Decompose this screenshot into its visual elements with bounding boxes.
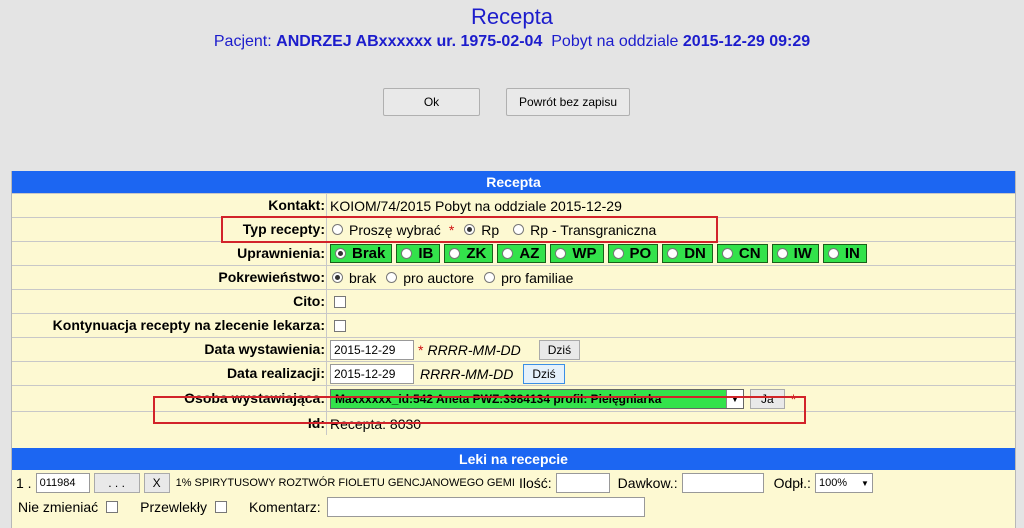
drug-code-input[interactable] [35,473,90,493]
dzis-button-realizacji[interactable]: Dziś [523,363,565,384]
kontynuacja-label: Kontynuacja recepty na zlecenie lekarza: [52,317,325,333]
uprawnienia-option-iw[interactable]: IW [771,244,819,263]
uprawnienia-option-label: WP [572,245,597,262]
stay-label: Pobyt na oddziale [551,33,679,50]
data-wystawienia-label: Data wystawienia: [204,341,325,357]
uprawnienia-option-label: CN [738,245,761,262]
date-format-hint: RRRR-MM-DD [427,341,521,358]
pokrewienstwo-label: Pokrewieństwo: [218,269,325,285]
row-pokrewienstwo: Pokrewieństwo: brak pro auctore pro fami… [12,265,1015,289]
uprawnienia-option-po[interactable]: PO [607,244,659,263]
nie-zmieniac-label: Nie zmieniać [18,499,99,515]
row-kontakt: Kontakt: KOIOM/74/2015 Pobyt na oddziale… [12,193,1015,217]
drug-index: 1 . [16,475,32,491]
komentarz-input[interactable] [326,497,645,517]
radio-uprawnienia-wp[interactable] [555,248,567,259]
pro-familiae-label: pro familiae [501,269,574,286]
uprawnienia-option-zk[interactable]: ZK [444,244,494,263]
cito-checkbox[interactable] [334,295,346,308]
nie-zmieniac-checkbox[interactable] [106,501,119,513]
uprawnienia-option-in[interactable]: IN [822,244,867,263]
uprawnienia-option-ib[interactable]: IB [396,244,441,263]
przewlekly-checkbox[interactable] [215,501,228,513]
kontynuacja-checkbox[interactable] [334,319,346,332]
uprawnienia-option-label: Brak [352,245,386,262]
kontakt-value: KOIOM/74/2015 Pobyt na oddziale 2015-12-… [330,197,622,214]
data-realizacji-label: Data realizacji: [226,365,325,381]
uprawnienia-option-label: IB [418,245,434,262]
radio-pro-auctore[interactable] [386,272,398,283]
row-cito: Cito: [12,289,1015,313]
dzis-button-wystawienia[interactable]: Dziś [538,339,581,360]
data-wystawienia-input[interactable] [330,339,414,360]
page-title: Recepta [471,4,553,29]
radio-uprawnienia-brak[interactable] [335,248,346,259]
drug-options-row: Nie zmieniać Przewlekły Komentarz: [18,497,645,517]
radio-uprawnienia-zk[interactable] [449,248,461,259]
uprawnienia-label: Uprawnienia: [237,245,325,261]
radio-uprawnienia-dn[interactable] [667,248,679,259]
row-data-wystawienia: Data wystawienia: * RRRR-MM-DD Dziś [12,337,1015,361]
section-recepta-header: Recepta [12,171,1015,193]
section-leki-header: Leki na recepcie [12,448,1015,470]
dawkow-input[interactable] [681,473,764,493]
uprawnienia-option-cn[interactable]: CN [716,244,768,263]
patient-info: Pacjent: ANDRZEJ ABxxxxxx ur. 1975-02-04… [0,33,1024,51]
stay-date: 2015-12-29 09:29 [682,33,811,50]
uprawnienia-option-label: PO [629,245,652,262]
uprawnienia-option-label: IN [844,245,860,262]
odpl-select[interactable]: 100% ▼ [814,473,873,493]
uprawnienia-option-label: AZ [519,245,540,262]
row-data-realizacji: Data realizacji: RRRR-MM-DD Dziś [12,361,1015,385]
przewlekly-label: Przewlekły [140,499,208,515]
radio-uprawnienia-iw[interactable] [776,248,788,259]
komentarz-label: Komentarz: [249,499,321,515]
kontakt-label: Kontakt: [268,197,325,213]
row-kontynuacja: Kontynuacja recepty na zlecenie lekarza: [12,313,1015,337]
cito-label: Cito: [293,293,325,309]
pro-auctore-label: pro auctore [403,269,475,286]
patient-name: ANDRZEJ ABxxxxxx ur. 1975-02-04 [276,33,543,50]
patient-label: Pacjent: [213,33,272,50]
radio-uprawnienia-po[interactable] [612,248,624,259]
uprawnienia-option-brak[interactable]: Brak [330,244,393,263]
required-star: * [418,341,424,358]
ilosc-input[interactable] [555,473,610,493]
uprawnienia-option-az[interactable]: AZ [497,244,547,263]
back-without-save-button[interactable]: Powrót bez zapisu [506,88,630,116]
brak-label: brak [349,269,377,286]
highlight-osoba-wystawiajaca [153,396,806,424]
drug-name: 1% SPIRYTUSOWY ROZTWÓR FIOLETU GENCJANOW… [175,477,515,489]
ok-button[interactable]: Ok [383,88,480,116]
ilosc-label: Ilość: [518,475,552,491]
drug-row: 1 . . . . X 1% SPIRYTUSOWY ROZTWÓR FIOLE… [16,473,873,493]
radio-pro-familiae[interactable] [484,272,496,283]
date-format-hint: RRRR-MM-DD [420,365,514,382]
uprawnienia-option-dn[interactable]: DN [662,244,713,263]
drug-search-button[interactable]: . . . [93,473,140,493]
chevron-down-icon: ▼ [861,478,869,488]
highlight-typ-recepty [221,216,718,243]
radio-uprawnienia-in[interactable] [827,248,839,259]
uprawnienia-option-wp[interactable]: WP [550,244,604,263]
radio-uprawnienia-ib[interactable] [401,248,413,259]
radio-brak[interactable] [332,272,343,283]
uprawnienia-option-label: IW [793,245,812,262]
uprawnienia-option-label: ZK [466,245,487,262]
drug-remove-button[interactable]: X [143,473,170,493]
radio-uprawnienia-cn[interactable] [721,248,733,259]
odpl-value: 100% [818,477,848,489]
dawkow-label: Dawkow.: [617,475,678,491]
uprawnienia-option-label: DN [684,245,706,262]
data-realizacji-input[interactable] [330,363,414,384]
radio-uprawnienia-az[interactable] [502,248,514,259]
odpl-label: Odpł.: [773,475,811,491]
row-uprawnienia: Uprawnienia: Brak IB ZK AZ WP PO DN CN IW IN [12,241,1015,265]
